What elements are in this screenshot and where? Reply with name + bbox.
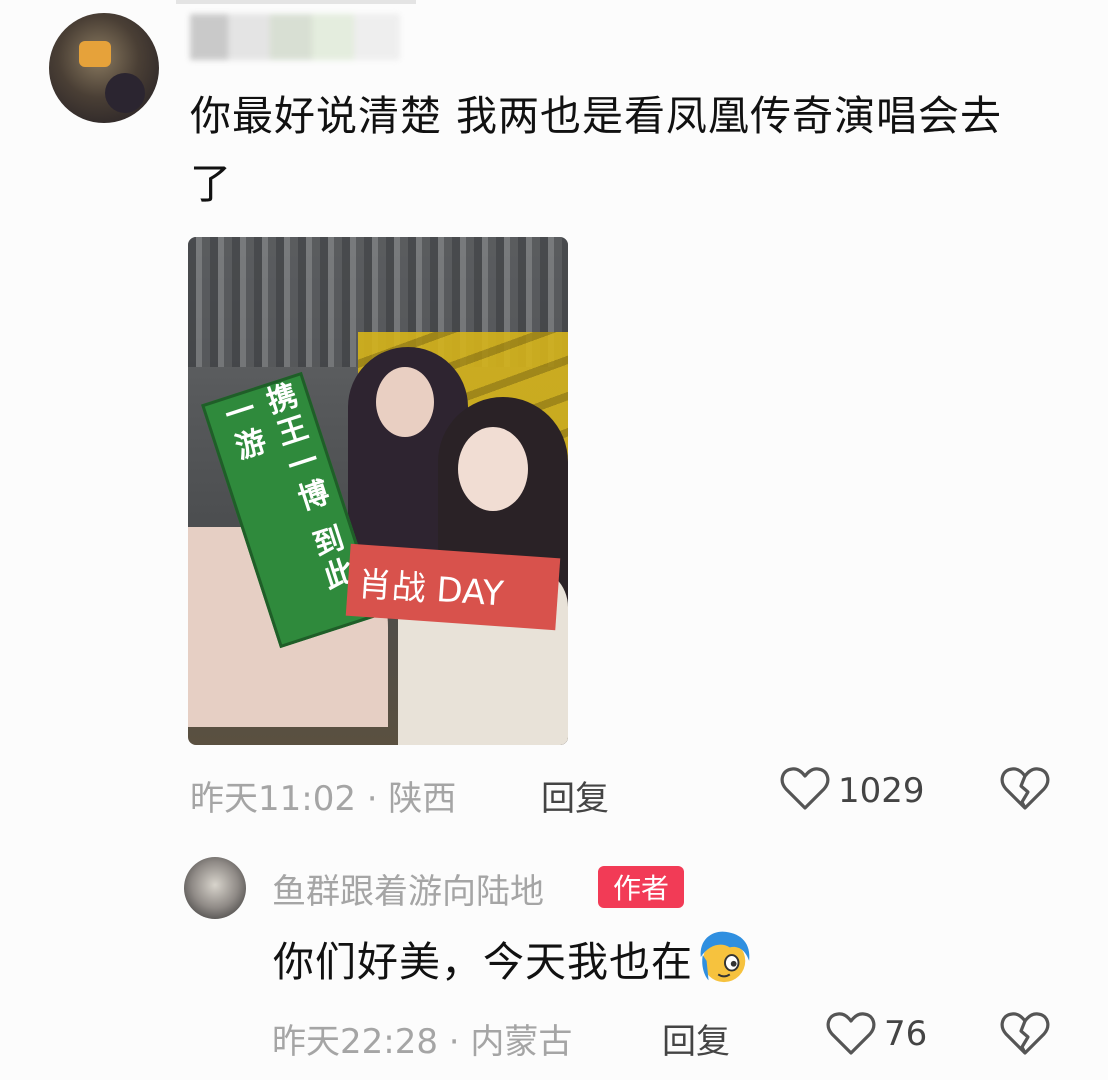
commenter-avatar[interactable] bbox=[49, 13, 159, 123]
author-badge: 作者 bbox=[598, 866, 684, 908]
reply-time: 昨天22:28 bbox=[272, 1022, 438, 1062]
reply-text-row: 你们好美，今天我也在 bbox=[273, 928, 753, 992]
commenter-name-redacted[interactable] bbox=[190, 14, 400, 60]
comment-text: 你最好说清楚 我两也是看凤凰传奇演唱会去了 bbox=[190, 92, 1003, 208]
reply-like-count: 76 bbox=[884, 1014, 928, 1054]
broken-heart-icon[interactable] bbox=[1000, 1011, 1050, 1057]
comment-like-count: 1029 bbox=[838, 771, 925, 811]
comment-meta: 昨天11:02 · 陕西 bbox=[190, 779, 457, 819]
reply-author-avatar[interactable] bbox=[184, 857, 246, 919]
heart-outline-icon[interactable] bbox=[780, 766, 830, 812]
reply-text: 你们好美，今天我也在 bbox=[273, 938, 693, 986]
heart-outline-icon[interactable] bbox=[826, 1011, 876, 1057]
comment-photo[interactable]: 携王一博 到此一游 肖战 DAY bbox=[188, 237, 568, 745]
reply-meta: 昨天22:28 · 内蒙古 bbox=[272, 1022, 573, 1062]
comment-time: 昨天11:02 bbox=[190, 779, 356, 819]
top-divider bbox=[176, 0, 416, 4]
reply-author-name[interactable]: 鱼群跟着游向陆地 bbox=[272, 864, 544, 913]
blue-hair-face-emoji bbox=[700, 931, 750, 983]
reply-location: 内蒙古 bbox=[470, 1022, 573, 1062]
comment-reply-button[interactable]: 回复 bbox=[541, 771, 609, 820]
comment-location: 陕西 bbox=[388, 779, 457, 819]
broken-heart-icon[interactable] bbox=[1000, 766, 1050, 812]
reply-reply-button[interactable]: 回复 bbox=[662, 1014, 730, 1063]
photo-banner-red: 肖战 DAY bbox=[345, 543, 561, 631]
